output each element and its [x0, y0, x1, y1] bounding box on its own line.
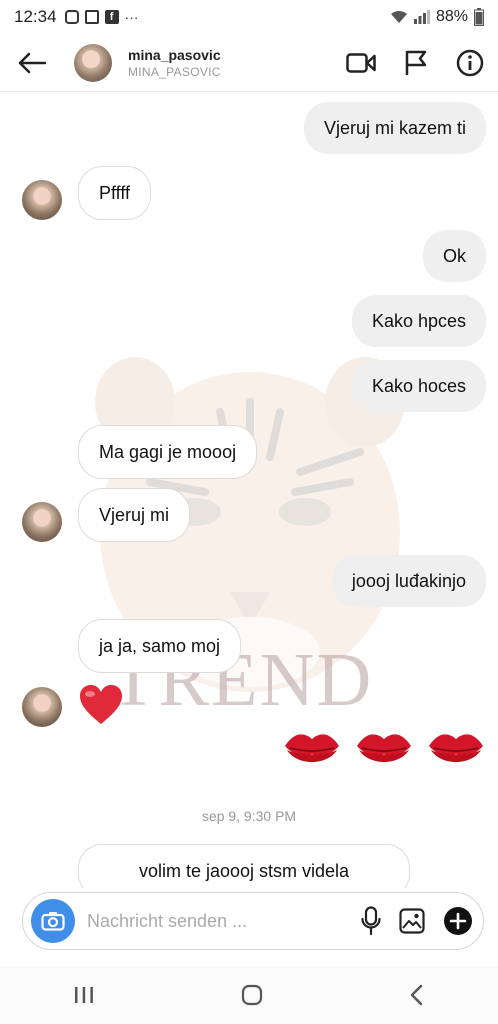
- gallery-icon[interactable]: [399, 908, 425, 934]
- system-nav-bar: [0, 966, 498, 1024]
- header-avatar[interactable]: [74, 43, 112, 82]
- message-outgoing[interactable]: Ok: [422, 230, 486, 282]
- info-icon[interactable]: [456, 49, 484, 77]
- message-outgoing[interactable]: joooj luđakinjo: [331, 555, 486, 607]
- message-outgoing[interactable]: Kako hpces: [351, 295, 486, 347]
- message-list[interactable]: TREND Vjeruj mi kazem ti Pffff Ok Kako h…: [0, 92, 498, 888]
- composer-actions: [361, 906, 473, 936]
- kiss-mark-icon: [285, 734, 339, 762]
- camera-button[interactable]: [31, 899, 75, 943]
- message-incoming[interactable]: volim te jaoooj stsm videla: [78, 844, 410, 888]
- flag-icon[interactable]: [404, 50, 428, 76]
- more-icon: ···: [124, 9, 139, 25]
- battery-icon: [474, 8, 484, 26]
- status-time: 12:34: [14, 7, 57, 26]
- sender-avatar[interactable]: [22, 502, 62, 542]
- back-button[interactable]: [14, 45, 50, 81]
- status-bar: 12:34 f ··· 88%: [0, 0, 498, 34]
- kiss-mark-icon: [357, 734, 411, 762]
- instagram-icon: [64, 10, 79, 24]
- back-nav-icon[interactable]: [409, 984, 425, 1006]
- status-app-icons: f ···: [64, 9, 139, 25]
- heart-emoji-message[interactable]: [78, 684, 124, 726]
- sender-avatar[interactable]: [22, 687, 62, 727]
- battery-percent: 88%: [435, 8, 468, 25]
- message-input[interactable]: Nachricht senden ...: [87, 911, 361, 932]
- message-composer: Nachricht senden ...: [22, 892, 484, 950]
- message-incoming[interactable]: Ma gagi je moooj: [78, 425, 258, 479]
- wifi-icon: [390, 10, 407, 23]
- home-icon[interactable]: [241, 984, 263, 1006]
- message-outgoing[interactable]: Vjeruj mi kazem ti: [303, 102, 486, 154]
- status-right: 88%: [390, 8, 484, 26]
- message-incoming[interactable]: Vjeruj mi: [78, 488, 191, 542]
- message-timestamp: sep 9, 9:30 PM: [201, 808, 297, 824]
- add-icon[interactable]: [443, 906, 473, 936]
- message-incoming[interactable]: ja ja, samo moj: [78, 619, 242, 673]
- header-actions: [346, 49, 484, 77]
- header-username: mina_pasovic: [128, 46, 221, 63]
- gallery-icon: [84, 10, 99, 24]
- chat-header: mina_pasovic MINA_PASOVIC: [0, 34, 498, 92]
- video-call-icon[interactable]: [346, 52, 376, 74]
- recent-apps-icon[interactable]: [73, 985, 95, 1005]
- signal-icon: [413, 10, 430, 24]
- kiss-mark-icon: [429, 734, 483, 762]
- kiss-emoji-message[interactable]: [282, 724, 486, 774]
- sender-avatar[interactable]: [22, 180, 62, 220]
- facebook-icon: f: [104, 10, 119, 24]
- message-incoming[interactable]: Pffff: [78, 166, 152, 220]
- header-title-block[interactable]: mina_pasovic MINA_PASOVIC: [128, 47, 221, 79]
- microphone-icon[interactable]: [361, 906, 381, 936]
- camera-icon: [41, 912, 65, 931]
- back-arrow-icon: [18, 52, 47, 73]
- header-subtitle: MINA_PASOVIC: [128, 64, 221, 79]
- message-outgoing[interactable]: Kako hoces: [351, 360, 486, 412]
